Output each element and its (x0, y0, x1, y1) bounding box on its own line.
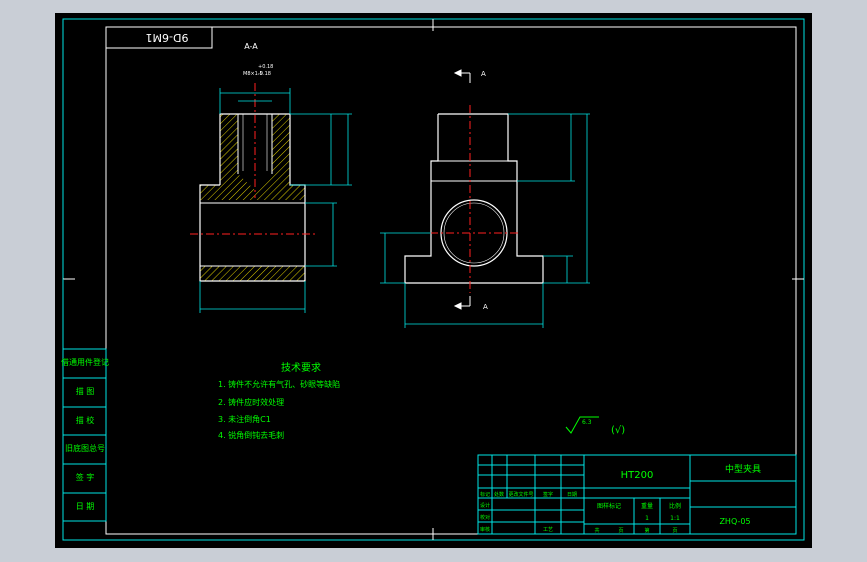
hatch-bottom (200, 266, 305, 281)
tb-label: 日期 (567, 492, 577, 498)
tb-label: 校对 (480, 514, 490, 521)
tb-label: 更改文件号 (508, 491, 533, 498)
tb-label: 共 (594, 527, 599, 534)
side-outline (404, 113, 544, 284)
roughness-rest: (√) (611, 425, 625, 436)
left-table-label: 日 期 (76, 502, 95, 511)
scale: 1:1 (670, 515, 680, 522)
material: HT200 (621, 470, 654, 481)
section-arrow-label-bottom: A (483, 303, 488, 311)
cad-drawing: 9D-6M1 借通用件登记 描 图 描 校 旧底图总号 签 字 日 期 A-A … (61, 18, 805, 541)
tb-label: 第 (644, 527, 649, 534)
drawing-code: 9D-6M1 (146, 31, 189, 44)
tolerance-lower: -0.18 (258, 71, 271, 77)
drawing-number: ZHQ-05 (719, 517, 750, 526)
tech-req-item: 3. 未注倒角C1 (218, 414, 271, 424)
outer-frame (62, 18, 805, 541)
tolerance-callout: M8×1.5 +0.18 -0.18 (243, 64, 273, 77)
left-table-label: 借通用件登记 (61, 357, 109, 367)
bore (204, 203, 300, 263)
tech-req-item: 4. 锐角倒钝去毛刺 (218, 430, 284, 440)
centering-marks (63, 19, 804, 540)
qty: 1 (645, 515, 649, 522)
roughness-symbol: 6.3 (√) (565, 416, 625, 436)
drawing-sheet: 9D-6M1 借通用件登记 描 图 描 校 旧底图总号 签 字 日 期 A-A … (55, 13, 812, 548)
section-arrow-label-top: A (481, 70, 486, 78)
tech-req-title: 技术要求 (281, 361, 321, 374)
tb-label: 标记 (480, 491, 490, 498)
tolerance-upper: +0.18 (258, 64, 273, 70)
tech-req-item: 2. 铸件应时效处理 (218, 397, 284, 407)
header-marking: 图样标记 (597, 502, 621, 510)
tech-req-item: 1. 铸件不允许有气孔、砂眼等缺陷 (218, 379, 340, 389)
side-dimensions (380, 113, 590, 328)
left-table-label: 描 校 (76, 415, 95, 425)
header-scale: 比例 (669, 502, 681, 510)
tb-label: 设计 (480, 502, 490, 509)
left-table-label: 描 图 (76, 386, 95, 396)
side-view: A A (380, 69, 590, 328)
header-weight: 重量 (641, 502, 653, 510)
left-table (62, 279, 107, 522)
tb-label: 处数 (494, 491, 504, 498)
left-table-label: 签 字 (76, 472, 95, 482)
tb-label: 页 (672, 528, 677, 534)
roughness-value: 6.3 (582, 419, 592, 426)
left-table-labels: 借通用件登记 描 图 描 校 旧底图总号 签 字 日 期 (61, 357, 109, 511)
view-label: A-A (244, 42, 258, 51)
section-arrows (453, 69, 471, 310)
left-table-label: 旧底图总号 (65, 443, 105, 453)
part-name: 中型夹具 (725, 463, 761, 475)
tb-label: 签字 (543, 491, 553, 498)
tb-label: 审核 (480, 526, 490, 533)
tb-label: 页 (618, 528, 623, 534)
section-view (190, 83, 352, 313)
tech-requirements: 技术要求 1. 铸件不允许有气孔、砂眼等缺陷 2. 铸件应时效处理 3. 未注倒… (218, 361, 340, 440)
tb-label: 工艺 (543, 527, 553, 533)
